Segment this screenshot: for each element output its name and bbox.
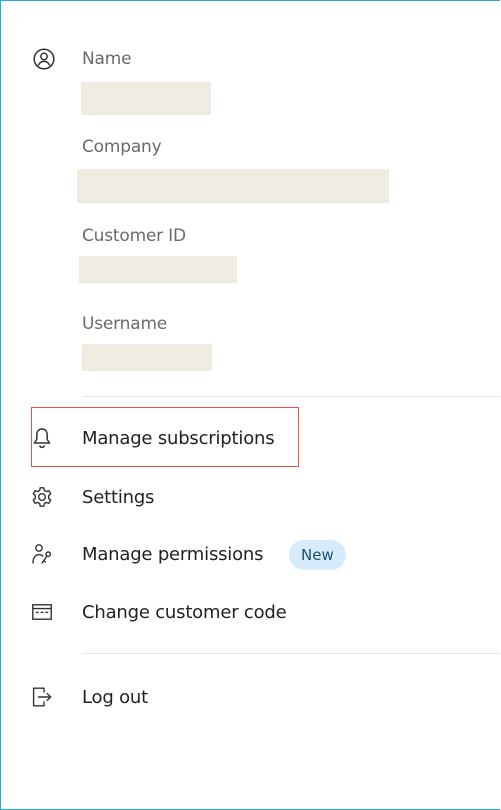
card-icon	[31, 601, 53, 623]
username-label: Username	[82, 314, 168, 334]
log-out-item[interactable]: Log out	[31, 686, 181, 708]
customer-id-label: Customer ID	[82, 226, 186, 246]
gear-icon	[31, 486, 53, 508]
log-out-label: Log out	[82, 686, 148, 708]
username-value-placeholder	[82, 344, 212, 371]
manage-permissions-item[interactable]: Manage permissions	[31, 543, 281, 565]
user-circle-icon	[33, 48, 55, 70]
settings-item[interactable]: Settings	[31, 486, 231, 508]
new-badge: New	[289, 540, 346, 570]
manage-permissions-label: Manage permissions	[82, 543, 264, 565]
account-panel: Name Company Customer ID Username Manage…	[0, 0, 500, 810]
bell-icon	[31, 427, 53, 449]
manage-subscriptions-item[interactable]: Manage subscriptions	[31, 427, 299, 449]
logout-icon	[31, 686, 53, 708]
name-label: Name	[82, 49, 132, 69]
divider	[82, 396, 500, 397]
change-customer-code-label: Change customer code	[82, 601, 287, 623]
name-value-placeholder	[81, 82, 211, 115]
company-label: Company	[82, 137, 162, 157]
change-customer-code-item[interactable]: Change customer code	[31, 601, 301, 623]
company-value-placeholder	[77, 169, 389, 203]
manage-subscriptions-label: Manage subscriptions	[82, 427, 275, 449]
settings-label: Settings	[82, 486, 155, 508]
customer-id-value-placeholder	[79, 256, 237, 283]
permissions-icon	[31, 543, 53, 565]
divider	[82, 653, 500, 654]
